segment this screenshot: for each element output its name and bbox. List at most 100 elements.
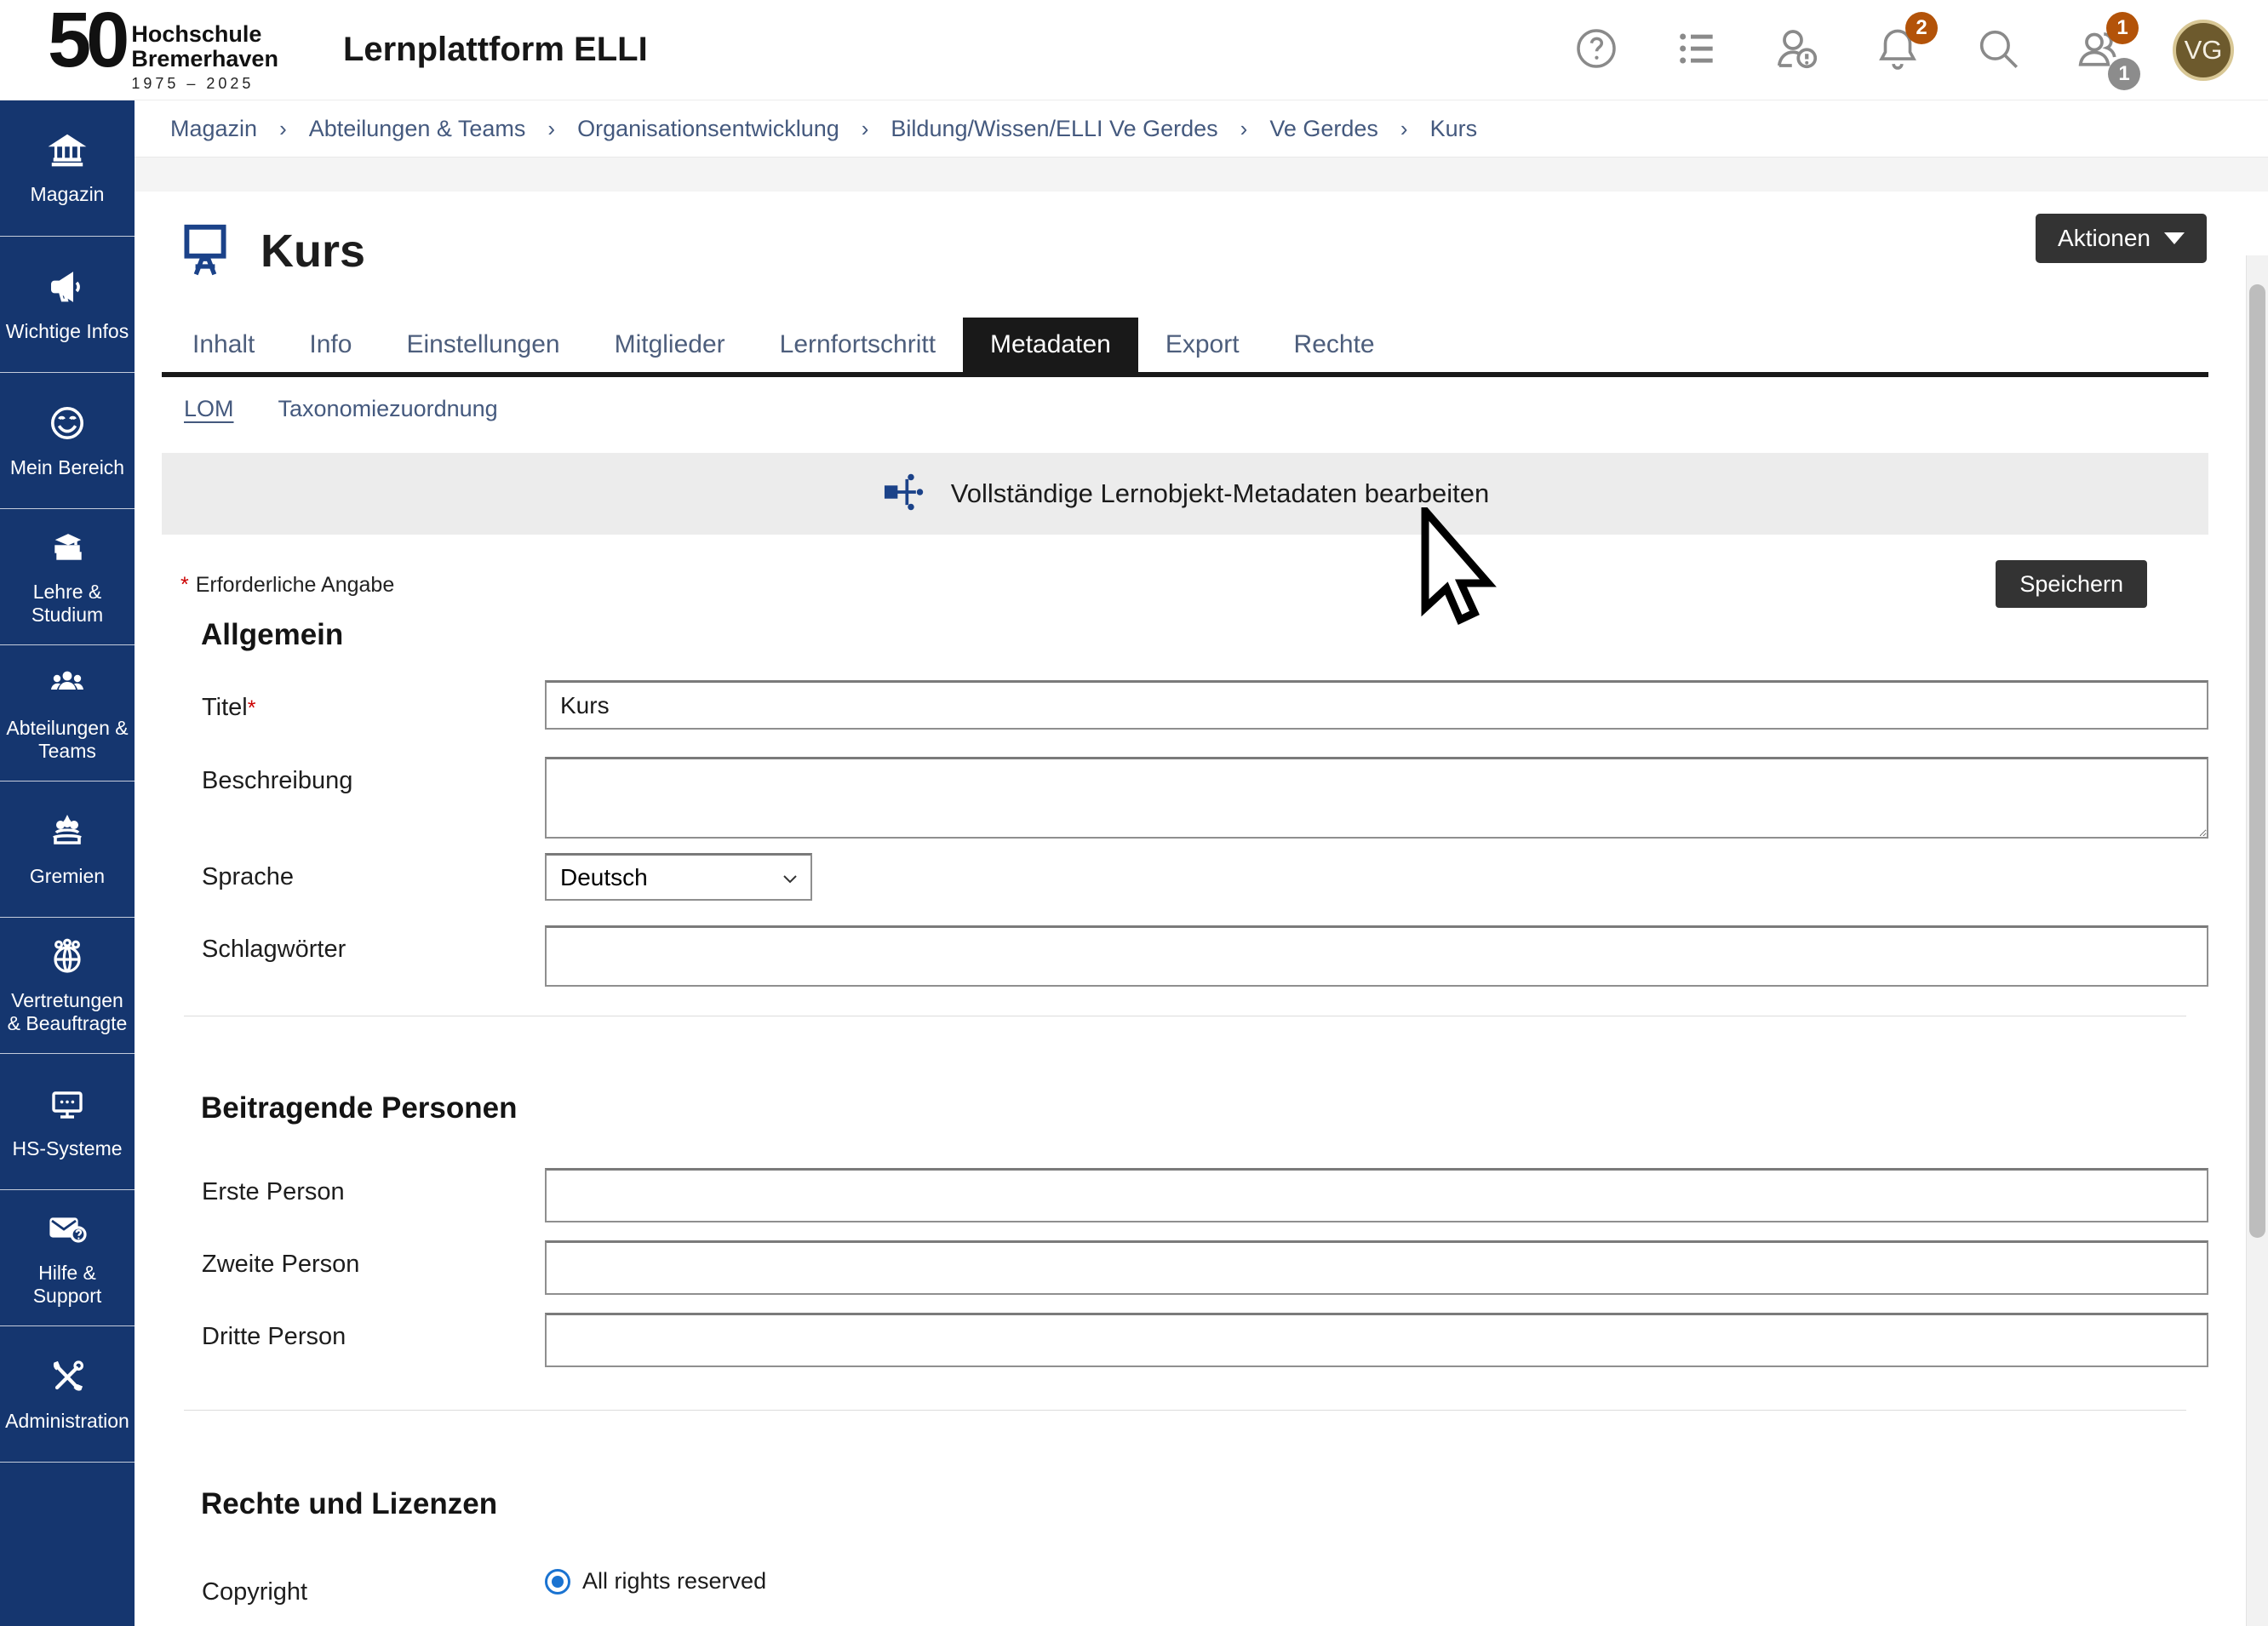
sprache-label: Sprache [202, 853, 545, 891]
page-title: Kurs [261, 225, 365, 278]
tab-bar: Inhalt Info Einstellungen Mitglieder Ler… [162, 318, 2208, 377]
sidebar-item-label: Lehre & Studium [0, 581, 135, 627]
sidebar-item-hilfe-support[interactable]: Hilfe & Support [0, 1190, 135, 1326]
sidebar-item-label: Administration [2, 1410, 133, 1433]
copyright-label: Copyright [202, 1568, 545, 1606]
breadcrumb-item[interactable]: Organisationsentwicklung [577, 116, 839, 142]
awareness-button[interactable] [1771, 24, 1824, 77]
required-marker: * [248, 696, 256, 720]
breadcrumb-item[interactable]: Magazin [170, 116, 257, 142]
university-logo[interactable]: 50 Hochschule Bremerhaven 1975 – 2025 [48, 7, 278, 93]
beschreibung-textarea[interactable] [545, 757, 2208, 839]
sidebar-item-label: Gremien [26, 865, 108, 888]
sidebar-item-label: Hilfe & Support [0, 1262, 135, 1308]
copyright-radio[interactable] [545, 1569, 570, 1595]
fork-icon [881, 468, 929, 520]
field-row-sprache: Sprache Deutsch [162, 853, 2208, 901]
subtab-bar: LOM Taxonomiezuordnung [184, 396, 2208, 422]
sidebar-item-label: Magazin [27, 183, 108, 206]
erste-person-input[interactable] [545, 1168, 2208, 1222]
sidebar-item-label: Abteilungen & Teams [0, 717, 135, 763]
field-row-beschreibung: Beschreibung [162, 757, 2208, 843]
sidebar-item-wichtige-infos[interactable]: Wichtige Infos [0, 237, 135, 373]
sidebar: Magazin Wichtige Infos Mein Bereich [0, 100, 135, 1626]
sidebar-item-abteilungen-teams[interactable]: Abteilungen & Teams [0, 645, 135, 782]
sidebar-item-label: Wichtige Infos [3, 320, 132, 343]
zweite-person-label: Zweite Person [202, 1240, 545, 1279]
tab-mitglieder[interactable]: Mitglieder [587, 318, 753, 372]
field-row-copyright: Copyright All rights reserved [162, 1568, 2208, 1606]
help-button[interactable] [1570, 24, 1623, 77]
avatar[interactable]: VG [2173, 20, 2234, 81]
search-icon [1973, 24, 2023, 77]
sidebar-item-lehre-studium[interactable]: Lehre & Studium [0, 509, 135, 645]
field-row-titel: Titel* [162, 684, 2208, 730]
edit-full-metadata-banner[interactable]: Vollständige Lernobjekt-Metadaten bearbe… [162, 453, 2208, 535]
megaphone-icon [47, 266, 88, 312]
logo-50: 50 [48, 7, 124, 73]
scrollbar-track[interactable] [2246, 255, 2268, 1626]
globe-people-icon [47, 936, 88, 981]
tab-inhalt[interactable]: Inhalt [165, 318, 282, 372]
list-icon [1673, 25, 1721, 77]
tab-einstellungen[interactable]: Einstellungen [379, 318, 587, 372]
sidebar-item-magazin[interactable]: Magazin [0, 100, 135, 237]
breadcrumb-item[interactable]: Bildung/Wissen/ELLI Ve Gerdes [891, 116, 1217, 142]
monitor-icon [47, 1084, 88, 1129]
tab-export[interactable]: Export [1138, 318, 1267, 372]
tab-metadaten[interactable]: Metadaten [963, 318, 1138, 372]
tab-info[interactable]: Info [282, 318, 379, 372]
app-title: Lernplattform ELLI [343, 31, 648, 69]
dritte-person-input[interactable] [545, 1313, 2208, 1367]
tab-lernfortschritt[interactable]: Lernfortschritt [753, 318, 963, 372]
sidebar-item-mein-bereich[interactable]: Mein Bereich [0, 373, 135, 509]
field-row-zweite-person: Zweite Person [162, 1240, 2208, 1295]
copyright-radio-label: All rights reserved [582, 1568, 766, 1595]
section-divider [184, 1410, 2186, 1411]
actions-button[interactable]: Aktionen [2036, 214, 2207, 263]
breadcrumb-item[interactable]: Abteilungen & Teams [309, 116, 526, 142]
breadcrumb-item[interactable]: Ve Gerdes [1269, 116, 1378, 142]
subtab-taxonomiezuordnung[interactable]: Taxonomiezuordnung [278, 396, 498, 422]
main-menu-button[interactable] [1670, 24, 1723, 77]
sidebar-item-label: Mein Bereich [7, 456, 128, 479]
tab-rechte[interactable]: Rechte [1267, 318, 1402, 372]
scrollbar-thumb[interactable] [2249, 284, 2265, 1238]
banner-label: Vollständige Lernobjekt-Metadaten bearbe… [951, 478, 1490, 509]
people-group-icon [47, 663, 88, 708]
breadcrumb-item-current[interactable]: Kurs [1430, 116, 1478, 142]
titel-input[interactable] [545, 680, 2208, 730]
save-button[interactable]: Speichern [1996, 560, 2147, 608]
breadcrumb-separator: › [547, 116, 555, 142]
schlagwoerter-input[interactable] [545, 925, 2208, 987]
tools-icon [47, 1356, 88, 1401]
sidebar-item-hs-systeme[interactable]: HS-Systeme [0, 1054, 135, 1190]
section-title-beitragende: Beitragende Personen [201, 1091, 2208, 1125]
help-icon [1572, 25, 1620, 77]
actions-button-label: Aktionen [2058, 225, 2151, 252]
section-title-rechte: Rechte und Lizenzen [201, 1487, 2208, 1521]
main-area: Magazin › Abteilungen & Teams › Organisati… [135, 100, 2268, 1626]
required-note: Erforderliche Angabe [196, 573, 394, 598]
notifications-badge: 2 [1905, 12, 1938, 44]
smiley-icon [47, 403, 88, 448]
sidebar-item-label: HS-Systeme [9, 1137, 125, 1160]
erste-person-label: Erste Person [202, 1168, 545, 1206]
breadcrumb-separator: › [1400, 116, 1408, 142]
zweite-person-input[interactable] [545, 1240, 2208, 1295]
sidebar-item-vertretungen[interactable]: Vertretungen & Beauftragte [0, 918, 135, 1054]
subtab-lom[interactable]: LOM [184, 396, 234, 422]
search-button[interactable] [1972, 24, 2025, 77]
sprache-select[interactable]: Deutsch [545, 853, 812, 901]
sidebar-item-administration[interactable]: Administration [0, 1326, 135, 1463]
top-header: 50 Hochschule Bremerhaven 1975 – 2025 Le… [0, 0, 2268, 100]
logo-years: 1975 – 2025 [131, 75, 278, 93]
contacts-button[interactable]: 1 1 [2072, 24, 2125, 77]
notifications-button[interactable]: 2 [1871, 24, 1924, 77]
committee-icon [47, 811, 88, 856]
sidebar-item-gremien[interactable]: Gremien [0, 782, 135, 918]
logo-line1: Hochschule [131, 22, 278, 47]
sidebar-filler [0, 1463, 135, 1626]
field-row-erste-person: Erste Person [162, 1168, 2208, 1222]
section-title-allgemein: Allgemein [201, 618, 2208, 652]
